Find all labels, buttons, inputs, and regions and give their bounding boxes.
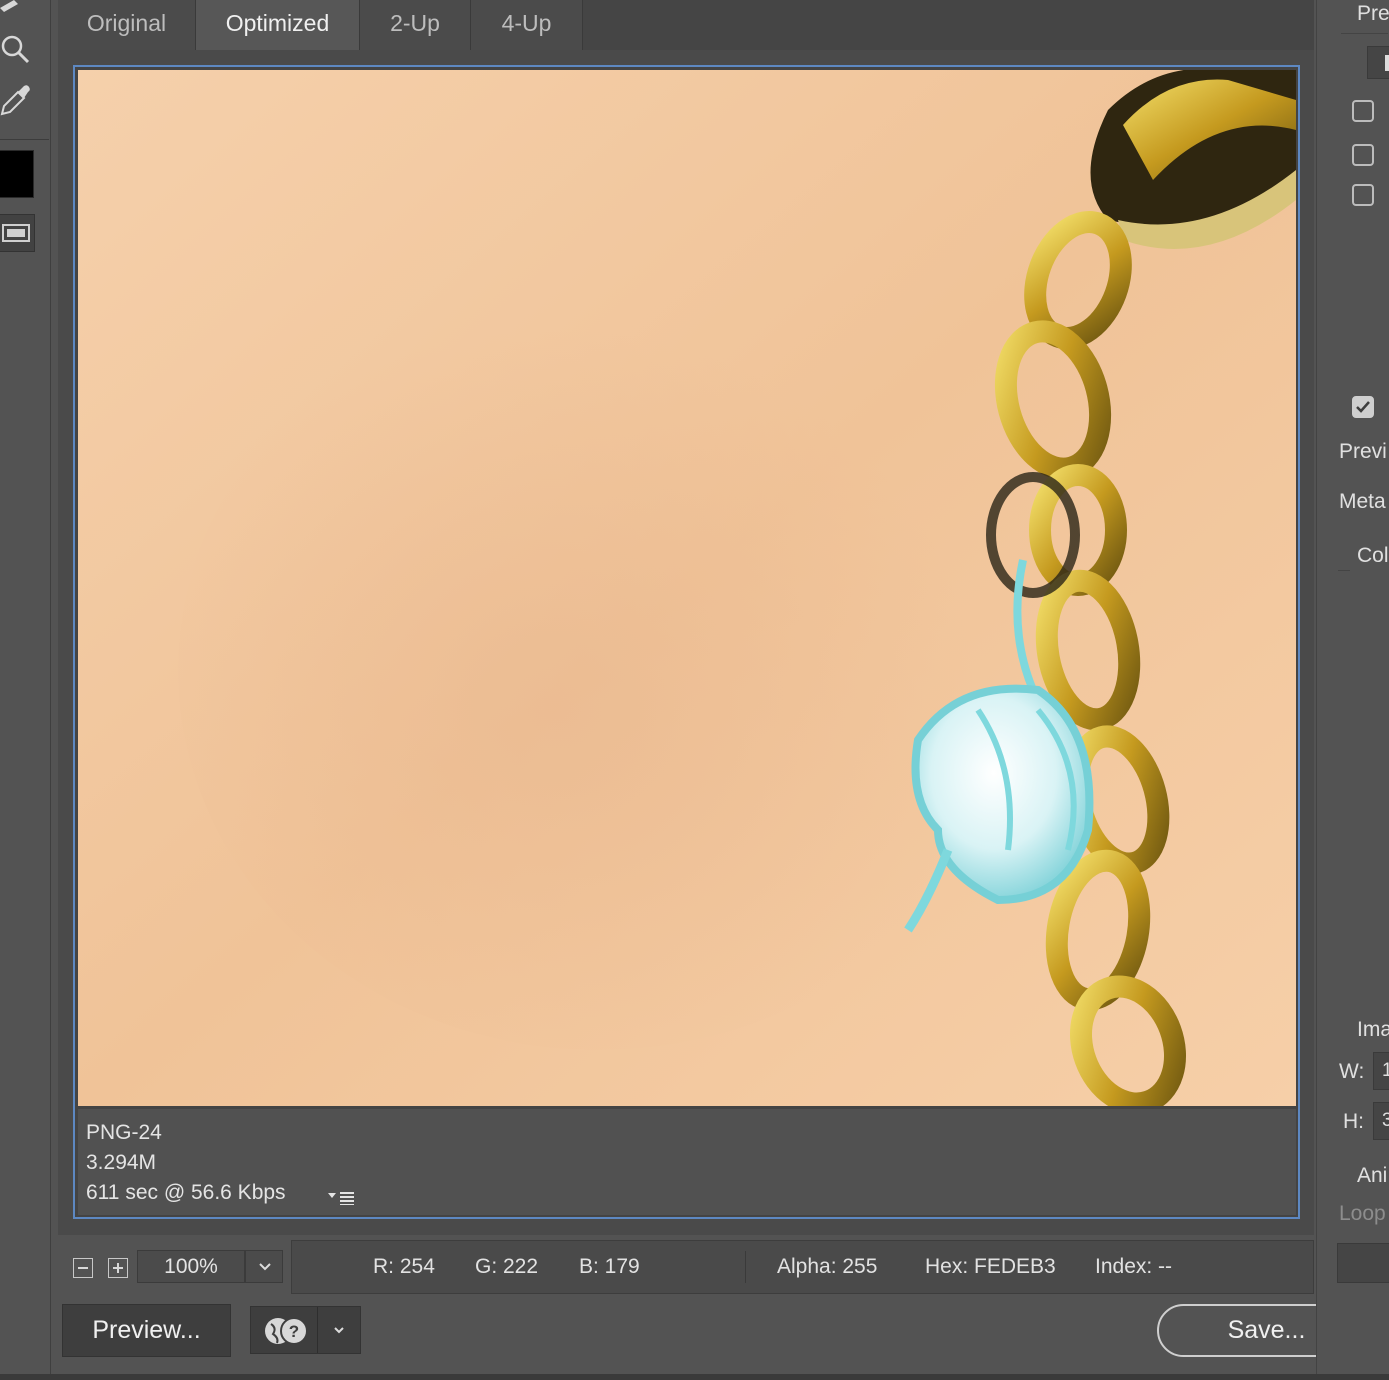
info-menu-icon[interactable] [328,1189,358,1205]
browser-preview-button[interactable]: ? [250,1306,361,1354]
zoom-icon[interactable] [0,33,32,65]
zoom-dropdown[interactable] [245,1250,283,1283]
zoom-out-button[interactable] [73,1258,93,1278]
height-label: H: [1343,1110,1364,1133]
file-size-label: 3.294M [86,1151,157,1174]
green-value: G: 222 [475,1255,539,1278]
hex-value: Hex: FEDEB3 [925,1255,1056,1278]
main-view: Original Optimized 2-Up 4-Up PNG-24 3.29… [58,0,1314,1235]
chevron-down-icon[interactable] [323,1317,355,1345]
window-bottom-edge [0,1374,1389,1380]
hand-tool-icon[interactable] [0,0,30,12]
tab-4-up[interactable]: 4-Up [471,0,583,50]
blue-value: B: 179 [579,1255,640,1278]
checkmark-icon [1356,401,1370,413]
preset-label: Pre [1357,2,1389,25]
foreground-color-swatch[interactable] [0,150,34,198]
color-readout: R: 254 G: 222 B: 179 Alpha: 255 Hex: FED… [291,1240,1314,1294]
optimized-preview-frame: PNG-24 3.294M 611 sec @ 56.6 Kbps [73,65,1300,1219]
option-checkbox-2[interactable] [1352,144,1374,166]
globe-help-icon: ? [265,1317,308,1345]
loop-label: Loop [1339,1202,1386,1225]
alpha-value: Alpha: 255 [777,1255,878,1278]
file-format-label: PNG-24 [86,1121,162,1144]
image-size-label: Ima [1357,1018,1389,1041]
option-checkbox-1[interactable] [1352,100,1374,122]
tool-divider [0,139,49,140]
color-section-label: Col [1357,544,1389,567]
metadata-section-label: Meta [1339,490,1386,513]
preview-button[interactable]: Preview... [62,1304,231,1357]
zoom-level-field[interactable]: 100% [137,1250,245,1283]
eyedropper-icon[interactable] [0,82,32,116]
height-field[interactable]: 3 [1373,1102,1389,1140]
tab-original[interactable]: Original [58,0,196,50]
preview-section-label: Previ [1339,440,1387,463]
image-canvas[interactable] [78,70,1296,1106]
svg-text:?: ? [289,1322,299,1341]
option-checkbox-3[interactable] [1352,184,1374,206]
preset-dropdown[interactable] [1367,46,1389,79]
red-value: R: 254 [373,1255,435,1278]
preview-image [78,70,1296,1106]
width-label: W: [1339,1060,1365,1083]
index-value: Index: -- [1095,1255,1173,1278]
preview-checkbox[interactable] [1352,396,1374,418]
zoom-in-button[interactable] [108,1258,128,1278]
tool-strip [0,0,51,1380]
chevron-down-icon [259,1263,271,1271]
view-tabs: Original Optimized 2-Up 4-Up [58,0,1314,50]
animation-label: Ani [1357,1164,1388,1187]
tab-optimized[interactable]: Optimized [196,0,360,50]
loop-dropdown[interactable] [1337,1243,1389,1283]
readout-divider [745,1251,746,1283]
width-field[interactable]: 1 [1373,1052,1389,1090]
image-info-panel: PNG-24 3.294M 611 sec @ 56.6 Kbps [78,1109,1296,1215]
tab-2-up[interactable]: 2-Up [360,0,471,50]
screen-mode-icon[interactable] [0,214,35,252]
download-time-label: 611 sec @ 56.6 Kbps [86,1181,286,1204]
